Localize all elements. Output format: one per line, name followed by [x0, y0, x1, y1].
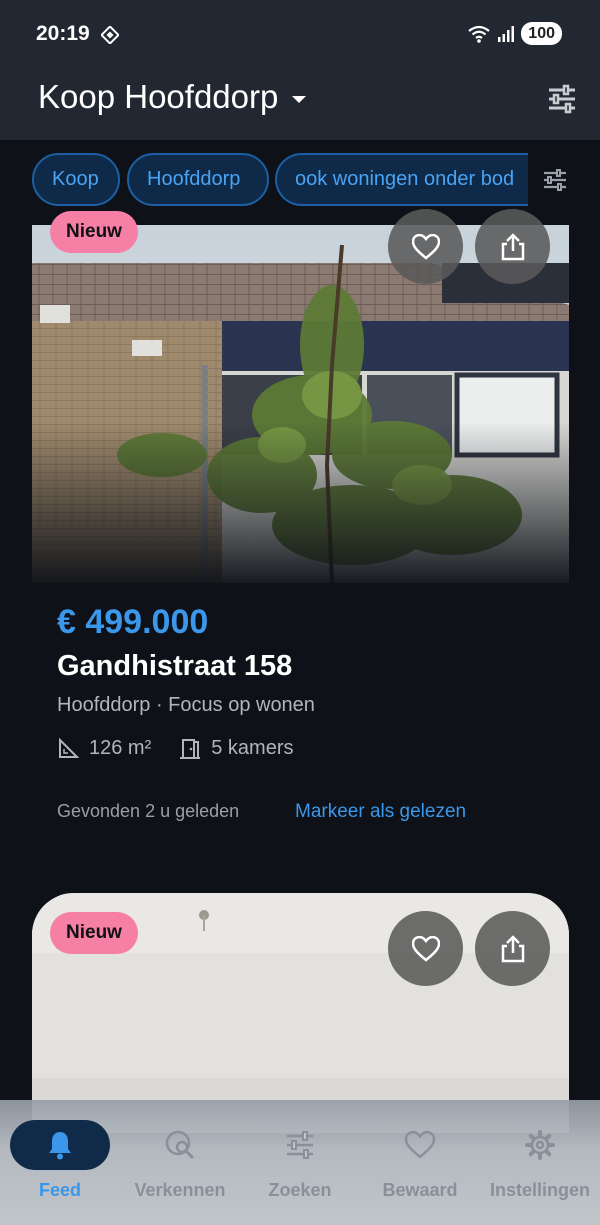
gear-icon	[525, 1130, 555, 1160]
nav-saved[interactable]: Bewaard	[360, 1100, 480, 1225]
nav-explore-label: Verkennen	[134, 1180, 226, 1200]
area-ruler-icon	[59, 737, 79, 758]
share-button-2[interactable]	[475, 911, 550, 986]
share-icon	[501, 934, 524, 962]
nav-explore[interactable]: Verkennen	[120, 1100, 240, 1225]
battery-indicator: 100	[521, 22, 562, 45]
status-icons: 100	[467, 22, 562, 45]
new-badge: Nieuw	[50, 211, 138, 253]
listing-photo[interactable]	[32, 225, 569, 583]
chip-under-offer[interactable]: ook woningen onder bod	[275, 153, 528, 206]
favorite-button[interactable]	[388, 209, 463, 284]
nav-search-label: Zoeken	[268, 1180, 332, 1200]
share-icon	[501, 232, 524, 260]
search-selector[interactable]: Koop Hoofddorp	[38, 78, 307, 116]
nav-settings[interactable]: Instellingen	[480, 1100, 600, 1225]
house-photo-illustration	[32, 225, 569, 583]
fact-area: 126 m²	[57, 737, 151, 760]
edit-filters-icon[interactable]	[542, 167, 568, 193]
mark-as-read-link[interactable]: Markeer als gelezen	[295, 801, 466, 823]
listing-facts: 126 m² 5 kamers	[57, 737, 322, 760]
listing-price: € 499.000	[57, 603, 209, 641]
bell-icon	[49, 1132, 71, 1160]
filter-settings-icon[interactable]	[546, 83, 578, 115]
nav-settings-label: Instellingen	[489, 1180, 590, 1200]
page-title: Koop Hoofddorp	[38, 78, 279, 115]
fact-area-value: 126 m²	[89, 737, 152, 759]
tune-icon	[287, 1131, 313, 1159]
chip-hoofddorp[interactable]: Hoofddorp	[127, 153, 269, 206]
app-bar: Koop Hoofddorp	[0, 68, 600, 140]
signal-icon	[498, 25, 515, 42]
favorite-button-2[interactable]	[388, 911, 463, 986]
nav-search[interactable]: Zoeken	[240, 1100, 360, 1225]
share-button[interactable]	[475, 209, 550, 284]
listing-place-agent: Hoofddorp · Focus op wonen	[57, 694, 315, 716]
nav-saved-label: Bewaard	[382, 1180, 458, 1200]
heart-icon	[411, 233, 440, 260]
status-bar: 20:19 100	[0, 0, 600, 68]
heart-icon	[404, 1131, 436, 1159]
dropdown-caret-icon	[292, 95, 307, 103]
listing-address[interactable]: Gandhistraat 158	[57, 650, 292, 683]
heart-icon	[411, 935, 440, 962]
status-time: 20:19	[36, 22, 90, 45]
door-icon	[180, 738, 201, 759]
navigation-diamond-icon	[101, 26, 119, 44]
chip-koop[interactable]: Koop	[32, 153, 120, 206]
fact-rooms: 5 kamers	[179, 737, 294, 760]
nav-feed[interactable]: Feed	[0, 1100, 120, 1225]
found-time: Gevonden 2 u geleden	[57, 801, 240, 821]
bottom-navigation: Feed Verkennen Zoeken Bewaard Instelling…	[0, 1100, 600, 1225]
nav-feed-label: Feed	[38, 1180, 81, 1200]
explore-icon	[165, 1130, 195, 1160]
fact-rooms-value: 5 kamers	[211, 737, 294, 759]
wifi-icon	[468, 25, 490, 43]
new-badge-2: Nieuw	[50, 912, 138, 954]
